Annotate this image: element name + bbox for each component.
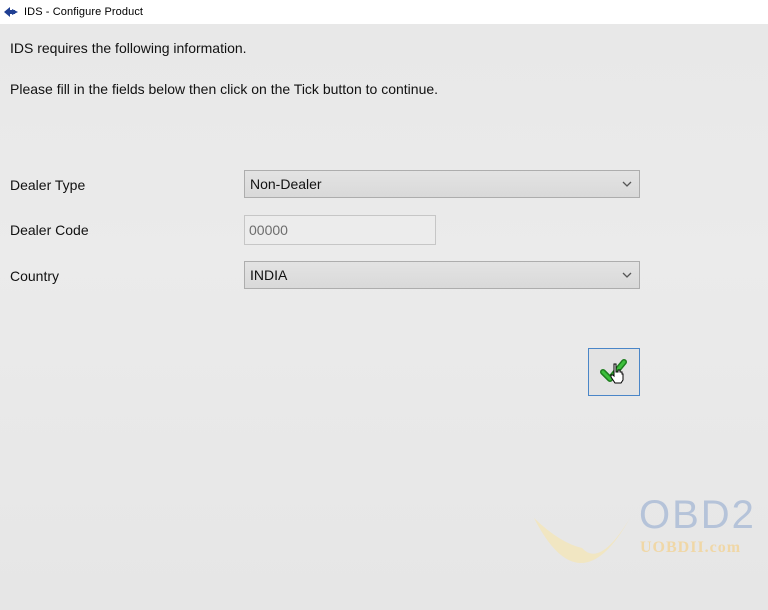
country-value: INDIA (250, 267, 288, 283)
intro-instructions: Please fill in the fields below then cli… (10, 81, 439, 97)
ids-app-icon (3, 4, 19, 20)
dealer-type-value: Non-Dealer (250, 176, 322, 192)
dealer-code-value: 00000 (249, 222, 288, 238)
dealer-code-label: Dealer Code (10, 222, 89, 238)
intro-heading: IDS requires the following information. (10, 40, 247, 56)
chevron-down-icon (622, 272, 632, 278)
watermark-brand: OBD2 (639, 493, 756, 537)
dealer-type-select[interactable]: Non-Dealer (244, 170, 640, 198)
hand-cursor-icon (610, 363, 624, 384)
country-label: Country (10, 268, 60, 284)
dealer-type-label: Dealer Type (10, 177, 86, 193)
dealer-code-field[interactable]: 00000 (244, 215, 436, 245)
title-bar: IDS - Configure Product (0, 0, 768, 24)
configure-product-panel: IDS requires the following information. … (0, 24, 768, 610)
chevron-down-icon (622, 181, 632, 187)
window-title: IDS - Configure Product (24, 6, 144, 18)
country-select[interactable]: INDIA (244, 261, 640, 289)
watermark-site: UOBDII.com (640, 539, 742, 556)
